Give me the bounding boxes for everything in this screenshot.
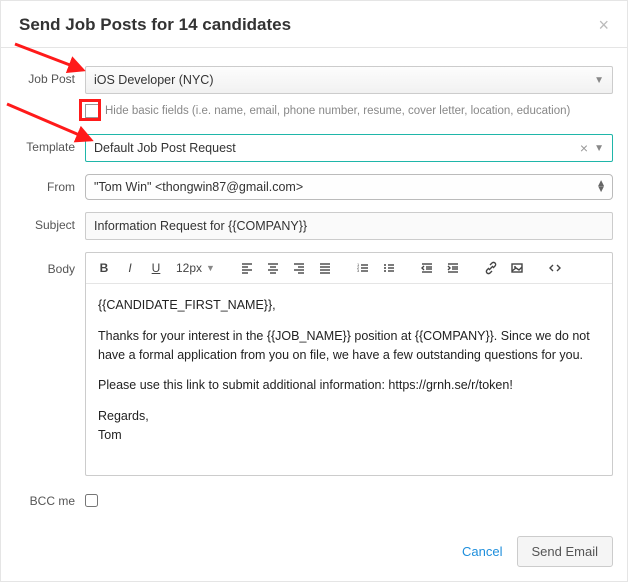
align-justify-button[interactable] xyxy=(313,257,337,279)
template-select[interactable]: Default Job Post Request × ▼ xyxy=(85,134,613,162)
template-row: Template Default Job Post Request × ▼ xyxy=(15,134,613,162)
cancel-button[interactable]: Cancel xyxy=(462,544,502,559)
modal-title: Send Job Posts for 14 candidates xyxy=(19,15,291,35)
job-post-label: Job Post xyxy=(15,66,85,86)
modal-footer: Cancel Send Email xyxy=(1,528,627,581)
body-label: Body xyxy=(15,252,85,276)
editor-toolbar: B I U 12px▼ xyxy=(86,253,612,284)
hide-basic-checkbox[interactable] xyxy=(85,104,99,118)
indent-button[interactable] xyxy=(441,257,465,279)
body-line-2: Thanks for your interest in the {{JOB_NA… xyxy=(98,327,600,365)
align-left-button[interactable] xyxy=(235,257,259,279)
hide-basic-label: Hide basic fields (i.e. name, email, pho… xyxy=(105,105,570,117)
outdent-button[interactable] xyxy=(415,257,439,279)
image-button[interactable] xyxy=(505,257,529,279)
job-post-field: iOS Developer (NYC) ▼ Hide basic fields … xyxy=(85,66,613,118)
rich-text-editor: B I U 12px▼ xyxy=(85,252,613,476)
code-view-button[interactable] xyxy=(543,257,567,279)
modal-body: Job Post iOS Developer (NYC) ▼ Hide basi… xyxy=(1,48,627,528)
link-button[interactable] xyxy=(479,257,503,279)
bcc-row: BCC me xyxy=(15,494,613,508)
body-line-1: {{CANDIDATE_FIRST_NAME}}, xyxy=(98,296,600,315)
subject-input[interactable] xyxy=(85,212,613,240)
modal-header: Send Job Posts for 14 candidates × xyxy=(1,1,627,48)
body-line-5: Tom xyxy=(98,428,122,442)
align-center-button[interactable] xyxy=(261,257,285,279)
subject-row: Subject xyxy=(15,212,613,240)
chevron-down-icon: ▼ xyxy=(594,143,604,154)
subject-label: Subject xyxy=(15,212,85,232)
font-size-select[interactable]: 12px▼ xyxy=(170,257,221,279)
body-line-4: Regards, xyxy=(98,409,149,423)
clear-template-icon[interactable]: × xyxy=(580,140,588,156)
job-post-row: Job Post iOS Developer (NYC) ▼ Hide basi… xyxy=(15,66,613,118)
chevron-down-icon: ▼ xyxy=(594,75,604,86)
template-value: Default Job Post Request xyxy=(94,141,236,155)
align-right-button[interactable] xyxy=(287,257,311,279)
underline-button[interactable]: U xyxy=(144,257,168,279)
body-line-3: Please use this link to submit additiona… xyxy=(98,376,600,395)
from-label: From xyxy=(15,174,85,194)
from-row: From "Tom Win" <thongwin87@gmail.com> ▲▼ xyxy=(15,174,613,200)
editor-content[interactable]: {{CANDIDATE_FIRST_NAME}}, Thanks for you… xyxy=(86,284,612,475)
italic-button[interactable]: I xyxy=(118,257,142,279)
from-select[interactable]: "Tom Win" <thongwin87@gmail.com> ▲▼ xyxy=(85,174,613,200)
hide-basic-row: Hide basic fields (i.e. name, email, pho… xyxy=(85,104,613,118)
updown-icon: ▲▼ xyxy=(596,181,604,193)
send-email-button[interactable]: Send Email xyxy=(517,536,613,567)
template-label: Template xyxy=(15,134,85,154)
bcc-label: BCC me xyxy=(15,494,85,508)
send-job-posts-modal: Send Job Posts for 14 candidates × Job P… xyxy=(0,0,628,582)
from-value: "Tom Win" <thongwin87@gmail.com> xyxy=(94,180,303,194)
bold-button[interactable]: B xyxy=(92,257,116,279)
job-post-value: iOS Developer (NYC) xyxy=(94,73,213,87)
close-icon[interactable]: × xyxy=(598,16,609,34)
job-post-select[interactable]: iOS Developer (NYC) ▼ xyxy=(85,66,613,94)
ordered-list-button[interactable]: 123 xyxy=(351,257,375,279)
body-row: Body B I U 12px▼ xyxy=(15,252,613,476)
bcc-checkbox[interactable] xyxy=(85,494,98,507)
svg-text:3: 3 xyxy=(357,268,360,273)
unordered-list-button[interactable] xyxy=(377,257,401,279)
